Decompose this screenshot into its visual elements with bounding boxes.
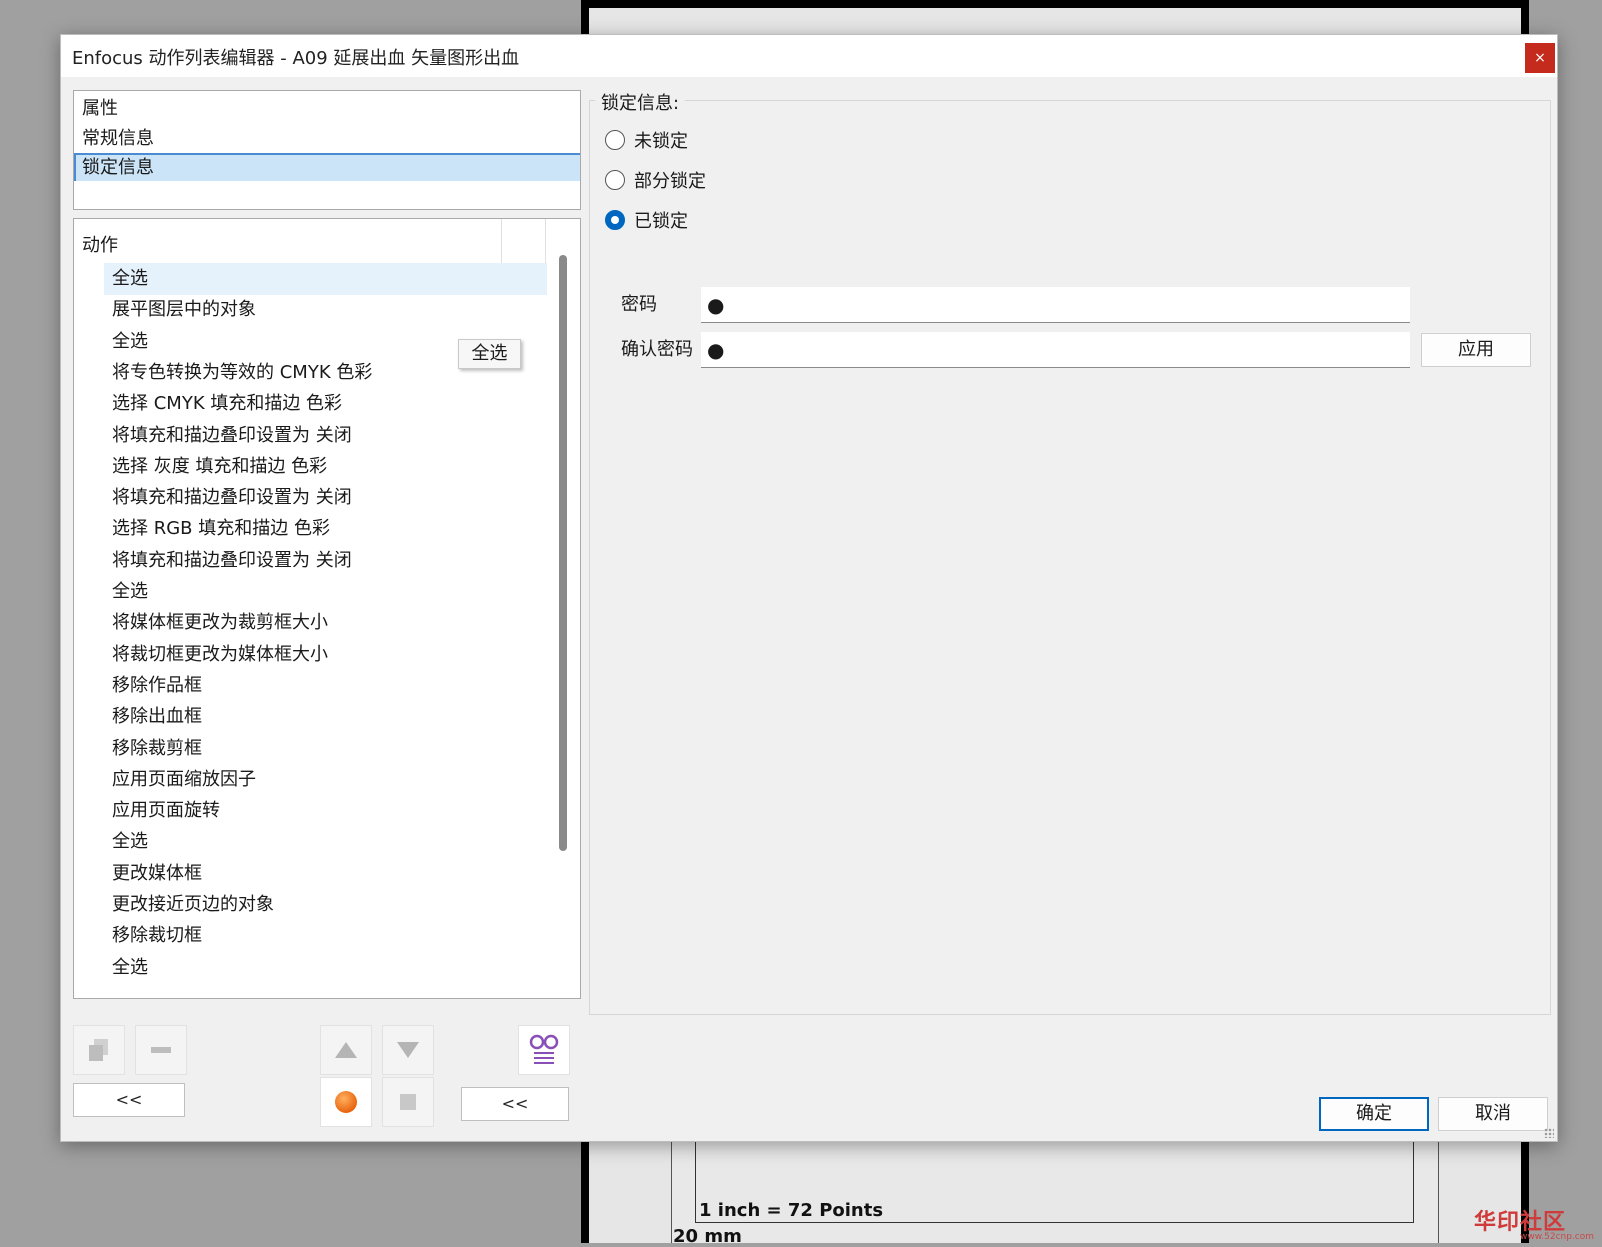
action-list-item[interactable]: 将媒体框更改为裁剪框大小 — [104, 607, 547, 639]
action-list-item[interactable]: 将填充和描边叠印设置为 关闭 — [104, 545, 547, 577]
action-list-item[interactable]: 全选 — [104, 826, 547, 858]
action-list-item[interactable]: 展平图层中的对象 — [104, 294, 547, 326]
radio-button[interactable] — [605, 210, 625, 230]
password-label: 密码 — [621, 294, 657, 315]
lock-info-title: 锁定信息: — [595, 89, 686, 115]
inspect-button[interactable] — [518, 1025, 570, 1075]
radio-locked[interactable]: 已锁定 — [605, 207, 688, 233]
radio-unlocked[interactable]: 未锁定 — [605, 127, 688, 153]
action-list-item[interactable]: 移除作品框 — [104, 670, 547, 702]
radio-label: 已锁定 — [634, 211, 688, 232]
stop-button[interactable] — [382, 1077, 434, 1127]
background-scale-text: 1 inch = 72 Points — [699, 1200, 884, 1221]
action-list-item[interactable]: 更改媒体框 — [104, 858, 547, 890]
record-button[interactable] — [320, 1077, 372, 1127]
action-list-item[interactable]: 将裁切框更改为媒体框大小 — [104, 639, 547, 671]
radio-partially-locked[interactable]: 部分锁定 — [605, 167, 706, 193]
ok-button[interactable]: 确定 — [1319, 1097, 1429, 1131]
prop-item-lock[interactable]: 锁定信息 — [74, 153, 580, 181]
action-list: 动作 全选 展平图层中的对象 全选 将专色转换为等效的 CMYK 色彩 选择 CMYK … — [73, 218, 581, 999]
title-bar[interactable]: Enfocus 动作列表编辑器 - A09 延展出血 矢量图形出血 × — [61, 35, 1557, 77]
action-list-item[interactable]: 移除出血框 — [104, 701, 547, 733]
confirm-password-field[interactable]: ● — [701, 332, 1410, 368]
action-list-item[interactable]: 全选 — [104, 576, 547, 608]
cancel-button[interactable]: 取消 — [1438, 1097, 1548, 1131]
arrow-down-icon — [397, 1042, 419, 1058]
lock-info-group — [589, 100, 1551, 1015]
prop-item-general[interactable]: 常规信息 — [74, 125, 580, 153]
minus-icon — [151, 1047, 171, 1053]
window-title: Enfocus 动作列表编辑器 - A09 延展出血 矢量图形出血 — [72, 48, 520, 69]
resize-grip[interactable] — [1544, 1128, 1554, 1138]
action-list-item[interactable]: 移除裁切框 — [104, 920, 547, 952]
action-list-editor-dialog: Enfocus 动作列表编辑器 - A09 延展出血 矢量图形出血 × 属性 常… — [60, 34, 1558, 1142]
radio-button[interactable] — [605, 130, 625, 150]
action-list-header: 动作 — [82, 235, 118, 256]
watermark-url: www.52cnp.com — [1520, 1232, 1595, 1242]
prop-item-attributes[interactable]: 属性 — [74, 95, 580, 123]
tooltip: 全选 — [458, 339, 521, 369]
collapse-left-button[interactable]: << — [73, 1083, 185, 1117]
action-list-item[interactable]: 全选 — [104, 952, 547, 984]
action-list-item[interactable]: 选择 RGB 填充和描边 色彩 — [104, 513, 547, 545]
duplicate-icon — [89, 1039, 108, 1061]
close-button[interactable]: × — [1525, 43, 1555, 73]
apply-button[interactable]: 应用 — [1421, 333, 1531, 367]
action-list-item[interactable]: 更改接近页边的对象 — [104, 889, 547, 921]
move-up-button[interactable] — [320, 1025, 372, 1075]
duplicate-action-button[interactable] — [73, 1025, 125, 1075]
action-list-item[interactable]: 将填充和描边叠印设置为 关闭 — [104, 420, 547, 452]
remove-action-button[interactable] — [135, 1025, 187, 1075]
glasses-icon — [529, 1034, 559, 1064]
property-list: 属性 常规信息 锁定信息 — [73, 90, 581, 210]
confirm-password-label: 确认密码 — [621, 339, 693, 360]
record-icon — [335, 1091, 357, 1113]
stop-icon — [400, 1094, 416, 1110]
radio-label: 部分锁定 — [634, 171, 706, 192]
move-down-button[interactable] — [382, 1025, 434, 1075]
radio-label: 未锁定 — [634, 131, 688, 152]
action-list-item[interactable]: 应用页面旋转 — [104, 795, 547, 827]
column-divider — [545, 219, 546, 263]
action-list-item[interactable]: 应用页面缩放因子 — [104, 764, 547, 796]
action-list-item[interactable]: 选择 灰度 填充和描边 色彩 — [104, 451, 547, 483]
arrow-up-icon — [335, 1042, 357, 1058]
action-list-item[interactable]: 将填充和描边叠印设置为 关闭 — [104, 482, 547, 514]
action-list-item[interactable]: 全选 — [104, 263, 547, 295]
background-size-text: 20 mm — [673, 1226, 742, 1247]
password-field[interactable]: ● — [701, 287, 1410, 323]
scrollbar-thumb[interactable] — [559, 255, 567, 851]
radio-button[interactable] — [605, 170, 625, 190]
column-divider — [501, 219, 502, 263]
action-list-item[interactable]: 选择 CMYK 填充和描边 色彩 — [104, 388, 547, 420]
action-list-item[interactable]: 移除裁剪框 — [104, 733, 547, 765]
collapse-right-button[interactable]: << — [461, 1087, 569, 1121]
